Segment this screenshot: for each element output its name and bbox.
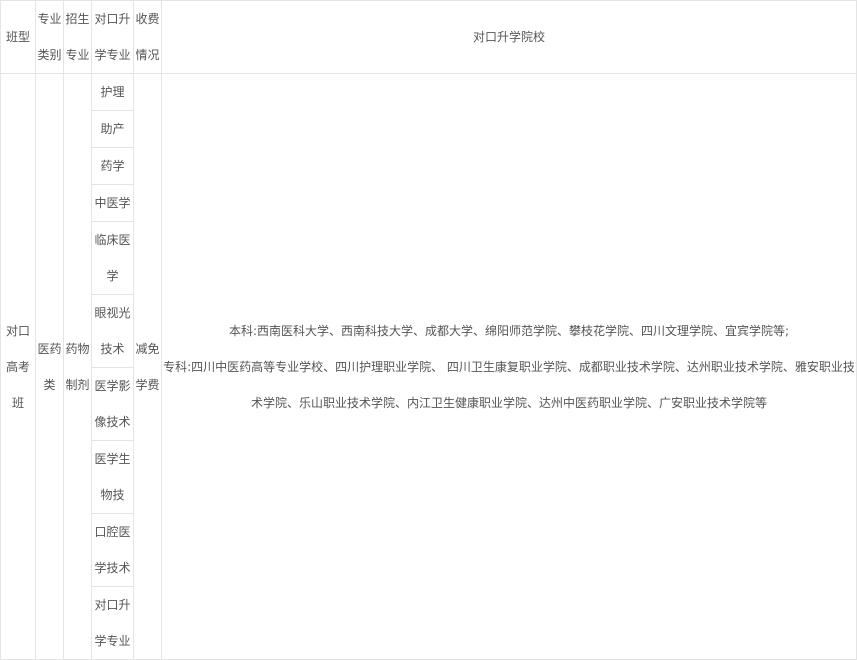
cell-counterpart-major: 医学生物技 (91, 440, 134, 514)
cell-enroll-major: 药物制剂 (63, 73, 92, 660)
cell-counterpart-major: 口腔医学技术 (91, 513, 134, 587)
cell-major-category: 医药类 (35, 73, 64, 660)
header-row: 班型 专业类别 招生专业 对口升学专业 收费情况 对口升学院校 (0, 0, 857, 74)
header-colleges: 对口升学院校 (161, 0, 857, 74)
cell-colleges: 本科:西南医科大学、西南科技大学、成都大学、绵阳师范学院、攀枝花学院、四川文理学… (161, 73, 857, 660)
colleges-junior: 专科:四川中医药高等专业学校、四川护理职业学院、 四川卫生康复职业学院、成都职业… (163, 359, 855, 410)
cell-counterpart-major: 对口升学专业 (91, 586, 134, 660)
cell-fee: 减免学费 (133, 73, 162, 660)
header-major-category: 专业类别 (35, 0, 64, 74)
header-enroll-major: 招生专业 (63, 0, 92, 74)
cell-counterpart-major: 护理 (91, 73, 134, 111)
cell-counterpart-major: 临床医学 (91, 221, 134, 295)
cell-counterpart-major: 助产 (91, 110, 134, 148)
cell-counterpart-major: 眼视光技术 (91, 294, 134, 368)
table-row: 对口高考班 医药类 药物制剂 护理 减免学费 本科:西南医科大学、西南科技大学、… (0, 73, 857, 660)
cell-counterpart-major: 药学 (91, 147, 134, 185)
header-fee: 收费情况 (133, 0, 162, 74)
cell-counterpart-major: 医学影像技术 (91, 367, 134, 441)
colleges-undergrad: 本科:西南医科大学、西南科技大学、成都大学、绵阳师范学院、攀枝花学院、四川文理学… (228, 323, 790, 338)
admission-table: 班型 专业类别 招生专业 对口升学专业 收费情况 对口升学院校 对口高考班 医药… (0, 0, 857, 660)
header-counterpart-major: 对口升学专业 (91, 0, 134, 74)
cell-class-type: 对口高考班 (0, 73, 36, 660)
header-class-type: 班型 (0, 0, 36, 74)
cell-counterpart-major: 中医学 (91, 184, 134, 222)
